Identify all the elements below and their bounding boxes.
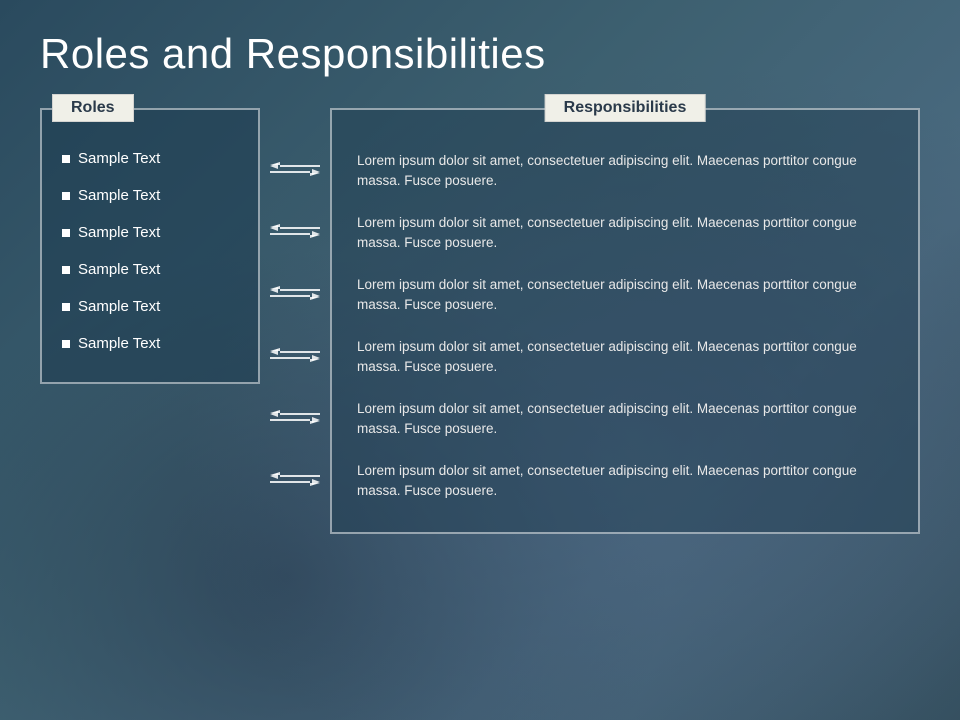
responsibility-text: Lorem ipsum dolor sit amet, consectetuer… [357,461,893,502]
double-arrow-icon [270,410,320,424]
double-arrow-icon [270,162,320,176]
responsibility-item: Lorem ipsum dolor sit amet, consectetuer… [357,202,893,264]
role-label: Sample Text [78,298,160,315]
role-label: Sample Text [78,335,160,352]
responsibility-item: Lorem ipsum dolor sit amet, consectetuer… [357,140,893,202]
responsibility-item: Lorem ipsum dolor sit amet, consectetuer… [357,326,893,388]
arrow-icon [270,386,320,448]
role-label: Sample Text [78,261,160,278]
arrows-column [260,108,330,530]
responsibilities-list: Lorem ipsum dolor sit amet, consectetuer… [357,140,893,512]
role-bullet [62,155,70,163]
main-layout: Roles Sample Text Sample Text Sample Tex… [40,108,920,534]
role-item: Sample Text [57,288,243,325]
arrows-list [270,138,320,510]
double-arrow-icon [270,286,320,300]
responsibility-item: Lorem ipsum dolor sit amet, consectetuer… [357,388,893,450]
roles-header: Roles [52,94,134,122]
role-bullet [62,192,70,200]
arrow-icon [270,324,320,386]
role-bullet [62,266,70,274]
role-label: Sample Text [78,224,160,241]
role-item: Sample Text [57,325,243,362]
double-arrow-icon [270,472,320,486]
role-bullet [62,340,70,348]
double-arrow-icon [270,348,320,362]
role-bullet [62,303,70,311]
roles-panel: Roles Sample Text Sample Text Sample Tex… [40,108,260,384]
role-item: Sample Text [57,177,243,214]
arrow-icon [270,448,320,510]
responsibility-text: Lorem ipsum dolor sit amet, consectetuer… [357,337,893,378]
responsibilities-header: Responsibilities [545,94,706,122]
responsibilities-panel: Responsibilities Lorem ipsum dolor sit a… [330,108,920,534]
responsibility-item: Lorem ipsum dolor sit amet, consectetuer… [357,264,893,326]
page-content: Roles and Responsibilities Roles Sample … [0,0,960,720]
responsibility-text: Lorem ipsum dolor sit amet, consectetuer… [357,213,893,254]
role-item: Sample Text [57,140,243,177]
role-item: Sample Text [57,251,243,288]
responsibility-item: Lorem ipsum dolor sit amet, consectetuer… [357,450,893,512]
double-arrow-icon [270,224,320,238]
responsibility-text: Lorem ipsum dolor sit amet, consectetuer… [357,275,893,316]
arrow-icon [270,138,320,200]
role-item: Sample Text [57,214,243,251]
arrow-icon [270,200,320,262]
responsibility-text: Lorem ipsum dolor sit amet, consectetuer… [357,399,893,440]
roles-list: Sample Text Sample Text Sample Text Samp… [57,140,243,362]
role-bullet [62,229,70,237]
arrow-icon [270,262,320,324]
page-title: Roles and Responsibilities [40,30,920,78]
role-label: Sample Text [78,150,160,167]
responsibility-text: Lorem ipsum dolor sit amet, consectetuer… [357,151,893,192]
role-label: Sample Text [78,187,160,204]
